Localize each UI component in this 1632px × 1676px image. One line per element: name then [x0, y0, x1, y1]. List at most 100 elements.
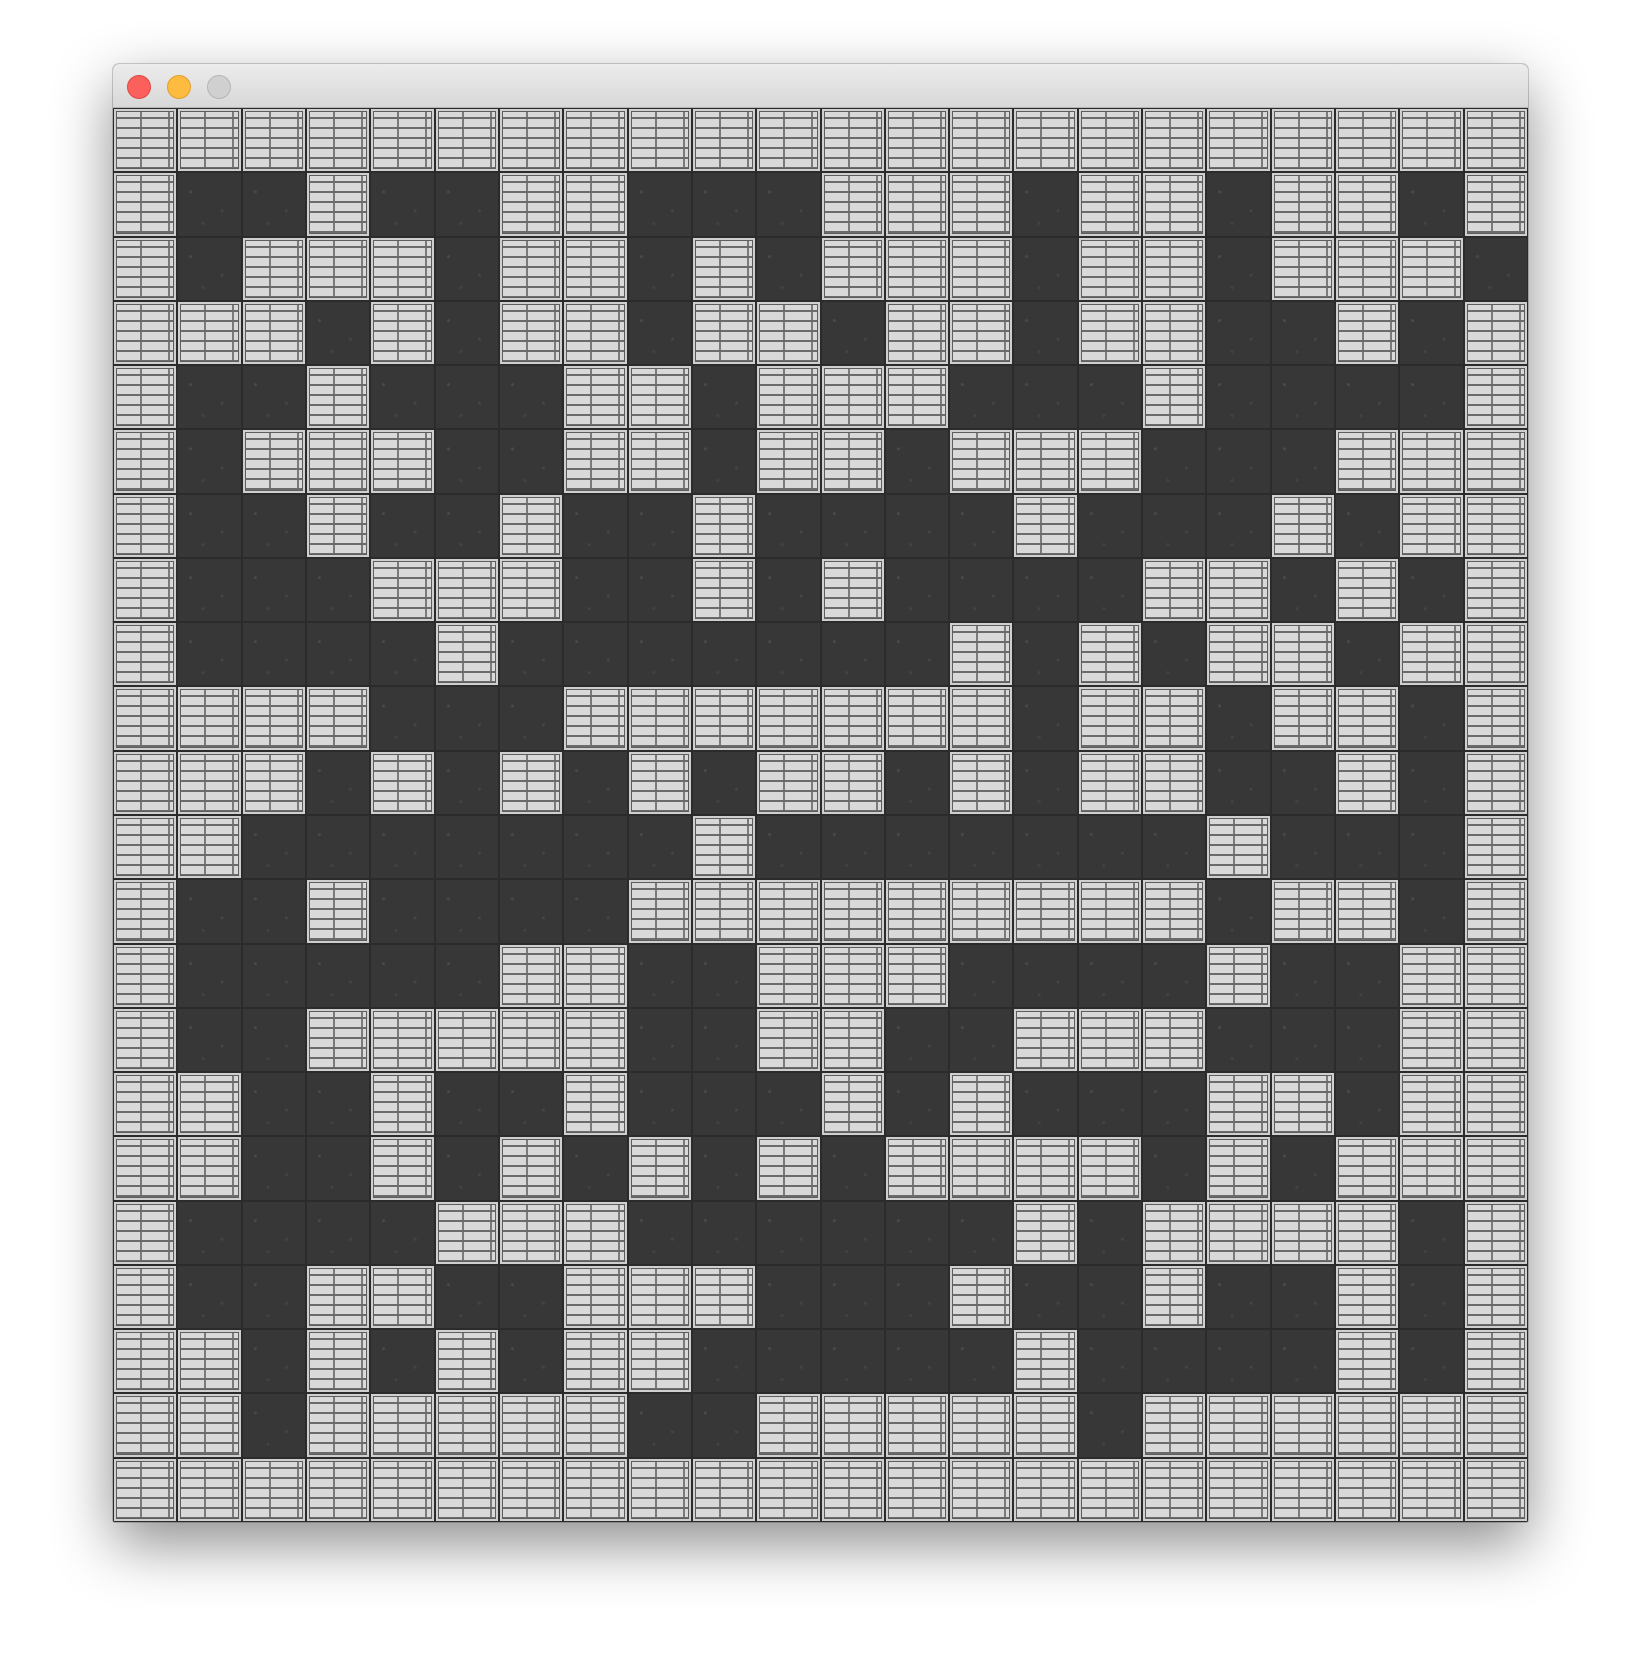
- wall-tile: [949, 622, 1014, 687]
- floor-tile: [884, 622, 950, 687]
- wall-tile: [563, 172, 628, 237]
- wall-tile: [884, 1136, 950, 1201]
- wall-tile: [1013, 1136, 1078, 1201]
- floor-tile: [1142, 429, 1207, 494]
- floor-tile: [884, 557, 950, 623]
- wall-tile: [756, 686, 821, 751]
- wall-tile: [1142, 365, 1207, 430]
- floor-tile: [884, 1329, 950, 1394]
- wall-tile: [756, 1393, 821, 1458]
- wall-tile: [113, 686, 178, 751]
- floor-tile: [1077, 365, 1143, 430]
- floor-tile: [627, 557, 692, 623]
- wall-tile: [949, 1457, 1014, 1522]
- floor-tile: [563, 622, 628, 687]
- floor-tile: [1399, 1200, 1464, 1265]
- floor-tile: [1335, 493, 1400, 558]
- floor-tile: [1399, 1264, 1464, 1330]
- wall-tile: [113, 622, 178, 687]
- wall-tile: [756, 300, 821, 366]
- wall-tile: [1335, 1393, 1400, 1458]
- floor-tile: [756, 557, 821, 623]
- floor-tile: [1270, 815, 1336, 880]
- floor-tile: [1206, 1007, 1271, 1073]
- wall-tile: [1013, 1329, 1078, 1394]
- floor-tile: [1335, 815, 1400, 880]
- wall-tile: [949, 429, 1014, 494]
- floor-tile: [820, 493, 885, 558]
- wall-tile: [949, 236, 1014, 301]
- floor-tile: [691, 1200, 757, 1265]
- wall-tile: [691, 686, 757, 751]
- wall-tile: [884, 943, 950, 1008]
- floor-tile: [627, 300, 692, 366]
- wall-tile: [1463, 300, 1528, 366]
- floor-tile: [241, 879, 306, 944]
- wall-tile: [305, 172, 371, 237]
- floor-tile: [241, 1007, 306, 1073]
- wall-tile: [1077, 879, 1143, 944]
- zoom-button[interactable]: [207, 75, 231, 99]
- floor-tile: [1206, 493, 1271, 558]
- close-button[interactable]: [127, 75, 151, 99]
- floor-tile: [498, 429, 564, 494]
- wall-tile: [1335, 686, 1400, 751]
- floor-tile: [370, 1329, 435, 1394]
- wall-tile: [949, 879, 1014, 944]
- maze-board[interactable]: [113, 108, 1528, 1522]
- wall-tile: [1270, 493, 1336, 558]
- wall-tile: [498, 750, 564, 815]
- floor-tile: [434, 1264, 499, 1330]
- minimize-button[interactable]: [167, 75, 191, 99]
- wall-tile: [1142, 557, 1207, 623]
- floor-tile: [691, 1393, 757, 1458]
- wall-tile: [305, 879, 371, 944]
- floor-tile: [627, 943, 692, 1008]
- floor-tile: [241, 943, 306, 1008]
- floor-tile: [434, 686, 499, 751]
- floor-tile: [498, 1072, 564, 1137]
- floor-tile: [1142, 1136, 1207, 1201]
- game-window: [113, 64, 1528, 1522]
- wall-tile: [370, 1136, 435, 1201]
- floor-tile: [1335, 365, 1400, 430]
- wall-tile: [1463, 1200, 1528, 1265]
- wall-tile: [241, 236, 306, 301]
- wall-tile: [563, 1007, 628, 1073]
- wall-tile: [820, 943, 885, 1008]
- floor-tile: [1013, 815, 1078, 880]
- floor-tile: [820, 1200, 885, 1265]
- wall-tile: [1463, 943, 1528, 1008]
- floor-tile: [177, 365, 242, 430]
- floor-tile: [563, 493, 628, 558]
- floor-tile: [1206, 879, 1271, 944]
- wall-tile: [756, 1136, 821, 1201]
- floor-tile: [305, 943, 371, 1008]
- wall-tile: [627, 365, 692, 430]
- floor-tile: [627, 1200, 692, 1265]
- floor-tile: [1013, 172, 1078, 237]
- wall-tile: [884, 365, 950, 430]
- floor-tile: [1270, 557, 1336, 623]
- title-bar[interactable]: [113, 64, 1528, 108]
- floor-tile: [370, 493, 435, 558]
- wall-tile: [563, 1072, 628, 1137]
- wall-tile: [1077, 750, 1143, 815]
- floor-tile: [305, 300, 371, 366]
- wall-tile: [627, 429, 692, 494]
- wall-tile: [1270, 622, 1336, 687]
- floor-tile: [1270, 365, 1336, 430]
- wall-tile: [1335, 1264, 1400, 1330]
- wall-tile: [627, 1136, 692, 1201]
- wall-tile: [1077, 300, 1143, 366]
- wall-tile: [563, 943, 628, 1008]
- floor-tile: [241, 1264, 306, 1330]
- wall-tile: [949, 750, 1014, 815]
- wall-tile: [627, 1264, 692, 1330]
- wall-tile: [1142, 686, 1207, 751]
- floor-tile: [1270, 1264, 1336, 1330]
- floor-tile: [563, 750, 628, 815]
- wall-tile: [113, 429, 178, 494]
- wall-tile: [1463, 557, 1528, 623]
- floor-tile: [884, 429, 950, 494]
